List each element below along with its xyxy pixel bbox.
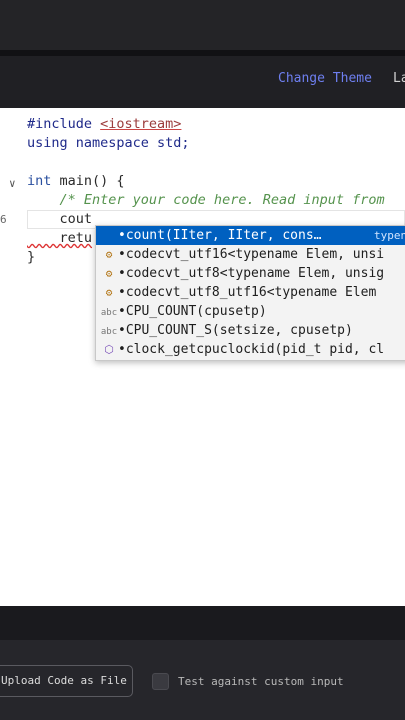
suggestion-detail: typena [374,229,405,242]
top-bar [0,0,405,50]
custom-input-checkbox[interactable] [152,673,169,690]
suggestion-label: •count(IIter, IIter, cons… [118,228,322,243]
suggestion-label: •codecvt_utf8<typename Elem, unsig [118,266,385,281]
code-line-1: #include <iostream> [27,115,181,134]
suggestion-item[interactable]: ⚙ •codecvt_utf16<typename Elem, unsi [96,245,405,264]
suggestion-item[interactable]: ⚙ •codecvt_utf8_utf16<typename Elem [96,283,405,302]
custom-input-label: Test against custom input [178,675,344,688]
code-line-2: using namespace std; [27,135,190,151]
fold-chevron-icon[interactable]: ∨ [9,177,16,190]
code-line-8: } [27,249,36,265]
line-number: 6 [0,213,7,226]
suggestion-label: •CPU_COUNT_S(setsize, cpusetp) [118,323,353,338]
code-line-4: int main() { [27,172,125,191]
class-icon: ⚙ [105,267,113,280]
code-line-6: cout [27,211,93,227]
suggestion-item[interactable]: abc•CPU_COUNT_S(setsize, cpusetp) [96,321,405,340]
class-icon: ⚙ [105,248,113,261]
suggestion-label: •CPU_COUNT(cpusetp) [118,304,267,319]
suggestion-label: •codecvt_utf16<typename Elem, unsi [118,247,385,262]
type-keyword: int [27,173,52,189]
code-line-5: /* Enter your code here. Read input from [27,192,385,208]
suggestion-label: •codecvt_utf8_utf16<typename Elem [118,285,377,300]
code-editor[interactable]: 6 ∨ #include <iostream> using namespace … [0,108,405,606]
class-icon: ⚙ [105,286,113,299]
code-line-7: retu [27,230,93,246]
suggestion-item[interactable]: abc•CPU_COUNT(cpusetp) [96,302,405,321]
suggestion-item[interactable]: •count(IIter, IIter, cons… typena [96,226,405,245]
function-signature: main() { [51,173,125,189]
cube-icon: ⬡ [104,343,114,356]
include-header: <iostream> [100,116,182,132]
divider [0,606,405,640]
language-selector[interactable]: La [393,71,405,86]
suggestion-item[interactable]: ⬡ •clock_getcpuclockid(pid_t pid, cl [96,340,405,359]
include-directive: #include [27,116,101,132]
suggestion-item[interactable]: ⚙ •codecvt_utf8<typename Elem, unsig [96,264,405,283]
suggestion-label: •clock_getcpuclockid(pid_t pid, cl [118,342,385,357]
autocomplete-popup[interactable]: •count(IIter, IIter, cons… typena ⚙ •code… [95,225,405,361]
change-theme-button[interactable]: Change Theme [278,71,372,86]
upload-code-button[interactable]: Upload Code as File [0,665,133,697]
